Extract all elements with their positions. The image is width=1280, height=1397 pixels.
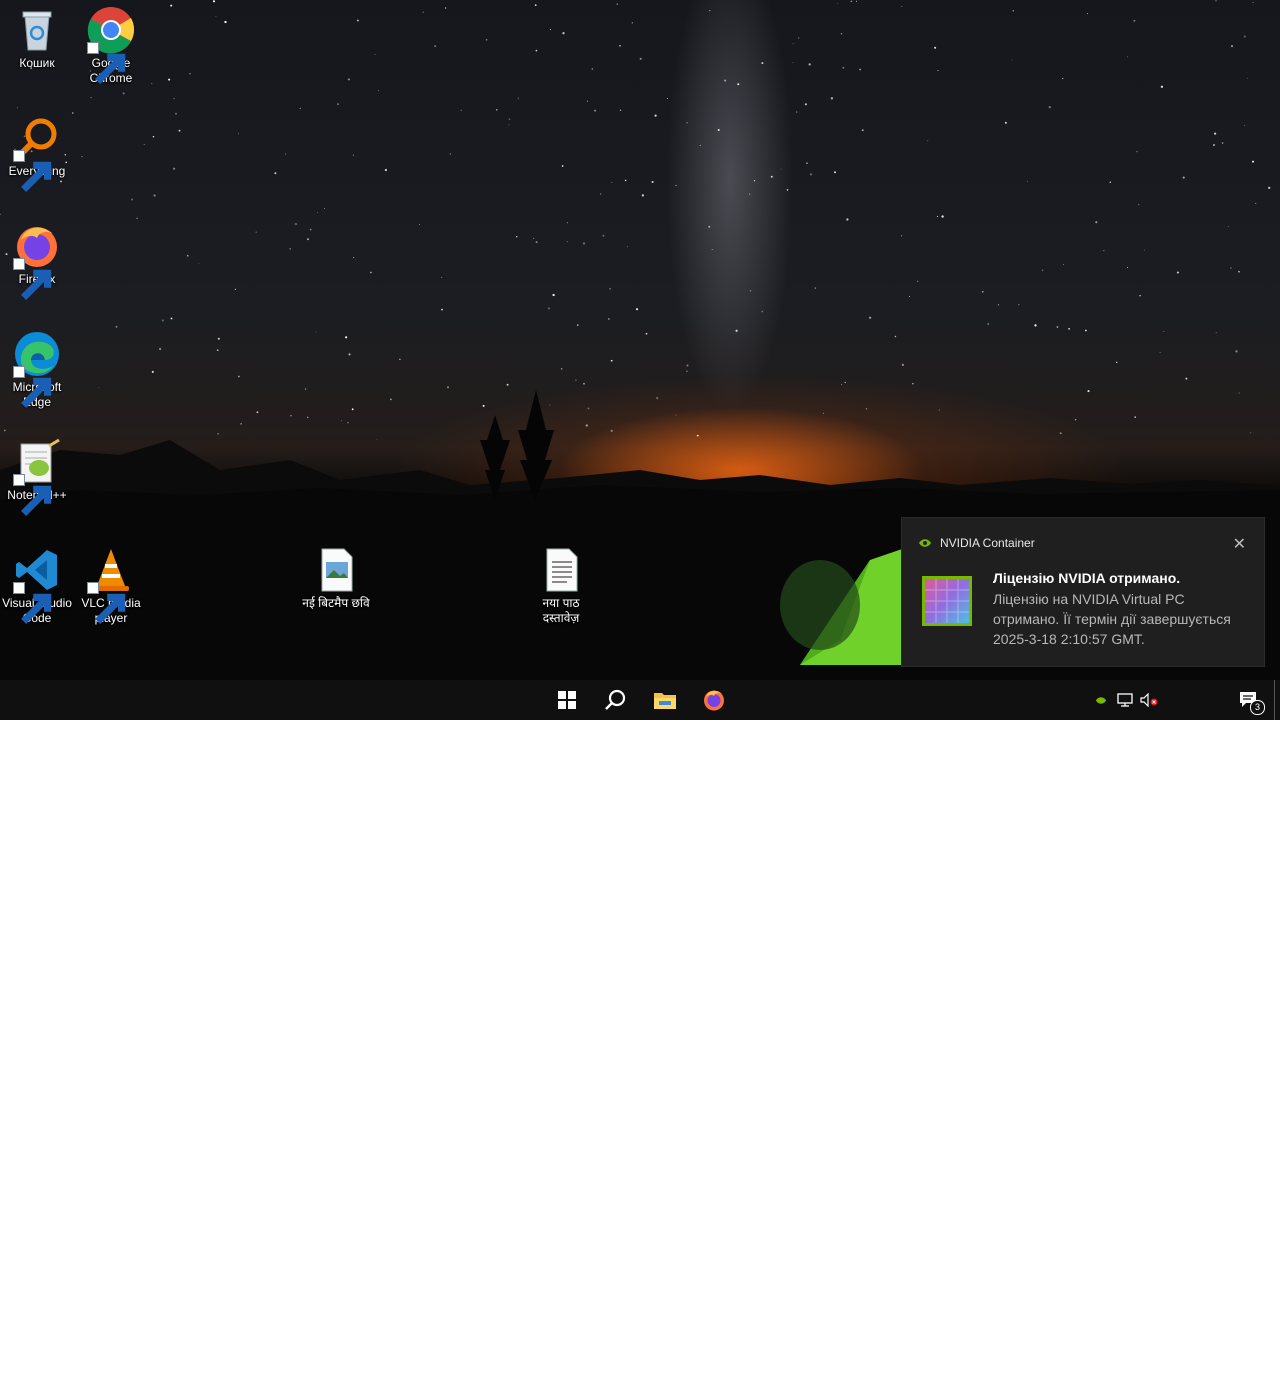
shortcut-arrow-icon bbox=[87, 42, 126, 84]
search-icon bbox=[605, 689, 626, 710]
network-icon bbox=[1117, 693, 1133, 707]
firefox-icon bbox=[704, 690, 724, 711]
taskbar: 8:02 08.02.2025 3 bbox=[0, 680, 1280, 1395]
desktop-icon-label: Кошик bbox=[19, 56, 55, 70]
bitmap-file-icon bbox=[312, 546, 360, 594]
firefox-icon bbox=[13, 222, 61, 300]
notification-title: Ліцензію NVIDIA отримано. bbox=[993, 570, 1181, 586]
desktop-icon-everything[interactable]: Everything bbox=[1, 114, 73, 192]
notification-body: Ліцензію на NVIDIA Virtual PC отримано. … bbox=[993, 591, 1231, 647]
notepad-plus-plus-icon bbox=[13, 438, 61, 516]
volume-muted-icon bbox=[1140, 693, 1158, 707]
recycle-bin-icon bbox=[13, 6, 61, 54]
gpu-chip-icon bbox=[922, 576, 972, 626]
notification-count-badge: 3 bbox=[1250, 700, 1265, 715]
file-explorer-button[interactable] bbox=[641, 680, 689, 720]
shortcut-arrow-icon bbox=[13, 258, 52, 300]
search-button[interactable] bbox=[591, 680, 639, 720]
desktop-icon-google-chrome[interactable]: Google Chrome bbox=[75, 6, 147, 86]
clock-date: 08.02.2025 bbox=[1163, 1381, 1225, 1395]
tray-nvidia[interactable] bbox=[1092, 680, 1110, 720]
desktop-icon-notepad-plus-plus[interactable]: Notepad++ bbox=[1, 438, 73, 516]
start-button[interactable] bbox=[543, 680, 591, 720]
edge-icon bbox=[13, 330, 61, 408]
desktop-icon-label: नई बिटमैप छवि bbox=[302, 596, 370, 610]
shortcut-arrow-icon bbox=[13, 366, 52, 408]
everything-icon bbox=[13, 114, 61, 192]
desktop-icon-vlc-media-player[interactable]: VLC media player bbox=[75, 546, 147, 626]
desktop-icon-firefox[interactable]: Firefox bbox=[1, 222, 73, 300]
tray-volume[interactable] bbox=[1138, 680, 1160, 720]
action-center-button[interactable]: 3 bbox=[1234, 680, 1265, 720]
taskbar-clock[interactable]: 8:02 08.02.2025 bbox=[1162, 1363, 1226, 1397]
desktop-icon-bitmap-file[interactable]: नई बिटमैप छवि bbox=[300, 546, 372, 611]
close-icon[interactable]: ✕ bbox=[1233, 534, 1246, 554]
nvidia-icon bbox=[1095, 696, 1107, 704]
desktop-icon-visual-studio-code[interactable]: Visual Studio Code bbox=[1, 546, 73, 626]
text-file-icon bbox=[537, 546, 585, 594]
desktop-icon-recycle-bin[interactable]: Кошик bbox=[1, 6, 73, 71]
desktop-icon-microsoft-edge[interactable]: Microsoft Edge bbox=[1, 330, 73, 410]
clock-time: 8:02 bbox=[1182, 1364, 1206, 1378]
notification-app-name: NVIDIA Container bbox=[940, 536, 1035, 550]
notification-toast[interactable]: NVIDIA Container ✕ Ліцензію NVIDIA отрим… bbox=[901, 517, 1265, 667]
vscode-icon bbox=[13, 546, 61, 624]
nvidia-icon bbox=[919, 539, 931, 547]
shortcut-arrow-icon bbox=[87, 582, 126, 624]
chrome-icon bbox=[87, 6, 135, 84]
start-icon bbox=[558, 691, 576, 709]
tray-network[interactable] bbox=[1114, 680, 1136, 720]
file-explorer-icon bbox=[654, 693, 676, 709]
vlc-icon bbox=[87, 546, 135, 624]
show-desktop-button[interactable] bbox=[1274, 680, 1280, 720]
shortcut-arrow-icon bbox=[13, 474, 52, 516]
shortcut-arrow-icon bbox=[13, 150, 52, 192]
notification-header: NVIDIA Container bbox=[918, 536, 1035, 550]
desktop-icon-label: नया पाठ दस्तावेज़ bbox=[542, 596, 580, 625]
firefox-taskbar-button[interactable] bbox=[690, 680, 738, 720]
shortcut-arrow-icon bbox=[13, 582, 52, 624]
desktop-icon-text-file[interactable]: नया पाठ दस्तावेज़ bbox=[525, 546, 597, 626]
